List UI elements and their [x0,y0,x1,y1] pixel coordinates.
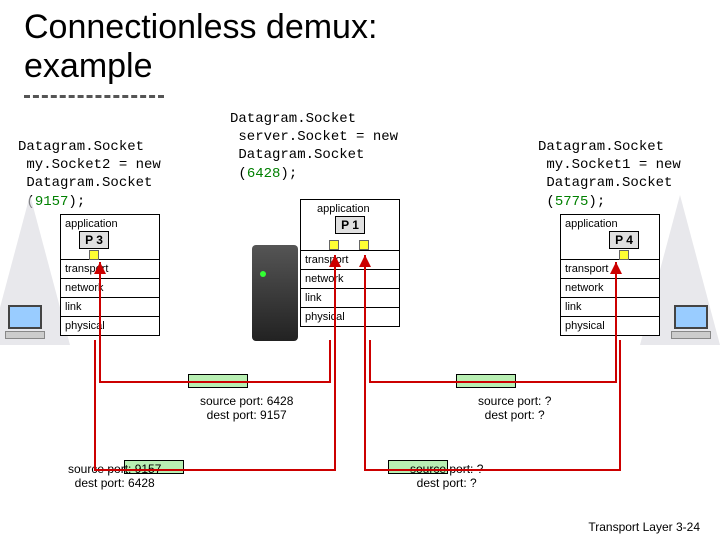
pc-icon [4,305,46,345]
layer-transport: transport [60,259,160,279]
server-icon [252,245,298,341]
stack-left: application P 3 transport network link p… [60,215,160,336]
packet-label: source port: 9157 dest port: 6428 [68,463,161,491]
title-underline [24,95,164,98]
packet-label: source port: ? dest port: ? [410,463,483,491]
layer-link: link [560,297,660,317]
stack-right: application P 4 transport network link p… [560,215,660,336]
layer-transport: transport [300,250,400,270]
layer-network: network [560,278,660,298]
packet-label: source port: ? dest port: ? [478,395,551,423]
layer-network: network [60,278,160,298]
layer-application: application P 1 [300,199,400,251]
title-line1: Connectionless demux: [24,8,377,46]
slide-footer: Transport Layer 3-24 [588,520,700,534]
code-center: Datagram.Socket server.Socket = new Data… [230,110,398,183]
process-p1: P 1 [335,216,365,234]
packet-box [456,374,516,388]
packet-box [188,374,248,388]
socket-dot [359,240,369,250]
layer-network: network [300,269,400,289]
socket-dot [89,250,99,260]
layer-physical: physical [300,307,400,327]
layer-transport: transport [560,259,660,279]
title-line2: example [24,47,153,85]
pc-icon [670,305,712,345]
process-p3: P 3 [79,231,109,249]
socket-dot [329,240,339,250]
slide-title: Connectionless demux: example [24,8,377,86]
layer-application: application P 4 [560,214,660,260]
process-p4: P 4 [609,231,639,249]
layer-application: application P 3 [60,214,160,260]
layer-link: link [300,288,400,308]
socket-dot [619,250,629,260]
layer-link: link [60,297,160,317]
layer-physical: physical [560,316,660,336]
stack-center: application P 1 transport network link p… [300,200,400,327]
layer-physical: physical [60,316,160,336]
packet-label: source port: 6428 dest port: 9157 [200,395,293,423]
